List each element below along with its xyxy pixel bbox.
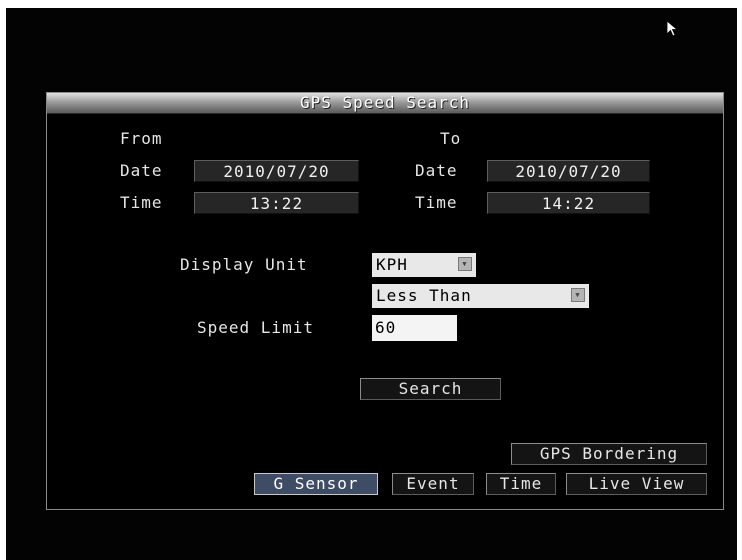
- dialog-title: GPS Speed Search: [299, 93, 471, 112]
- display-unit-label: Display Unit: [180, 255, 308, 274]
- comparison-select[interactable]: Less Than ▼: [372, 284, 589, 308]
- from-heading: From: [120, 129, 163, 148]
- gps-speed-search-dialog: GPS Speed Search From Date 2010/07/20 Ti…: [46, 92, 724, 510]
- display-unit-value: KPH: [376, 255, 408, 274]
- search-button[interactable]: Search: [360, 378, 501, 400]
- comparison-value: Less Than: [376, 286, 472, 305]
- speed-limit-input[interactable]: 60: [372, 315, 457, 341]
- to-time-label: Time: [415, 193, 458, 212]
- dialog-title-bar: GPS Speed Search: [47, 93, 723, 114]
- speed-limit-label: Speed Limit: [197, 318, 314, 337]
- to-date-field[interactable]: 2010/07/20: [487, 160, 650, 182]
- mouse-pointer-icon: [666, 20, 679, 37]
- tab-live-view[interactable]: Live View: [566, 473, 707, 495]
- to-date-label: Date: [415, 161, 458, 180]
- gps-bordering-button[interactable]: GPS Bordering: [511, 443, 707, 465]
- chevron-down-icon: ▼: [571, 288, 585, 302]
- dvr-screen: GPS Speed Search From Date 2010/07/20 Ti…: [6, 8, 737, 560]
- from-date-label: Date: [120, 161, 163, 180]
- from-time-label: Time: [120, 193, 163, 212]
- display-unit-select[interactable]: KPH ▼: [372, 253, 476, 277]
- tab-event[interactable]: Event: [392, 473, 474, 495]
- from-date-field[interactable]: 2010/07/20: [194, 160, 359, 182]
- tab-g-sensor[interactable]: G Sensor: [254, 473, 378, 495]
- from-time-field[interactable]: 13:22: [194, 192, 359, 214]
- to-heading: To: [440, 129, 462, 148]
- chevron-down-icon: ▼: [458, 257, 472, 271]
- to-time-field[interactable]: 14:22: [487, 192, 650, 214]
- tab-time[interactable]: Time: [486, 473, 556, 495]
